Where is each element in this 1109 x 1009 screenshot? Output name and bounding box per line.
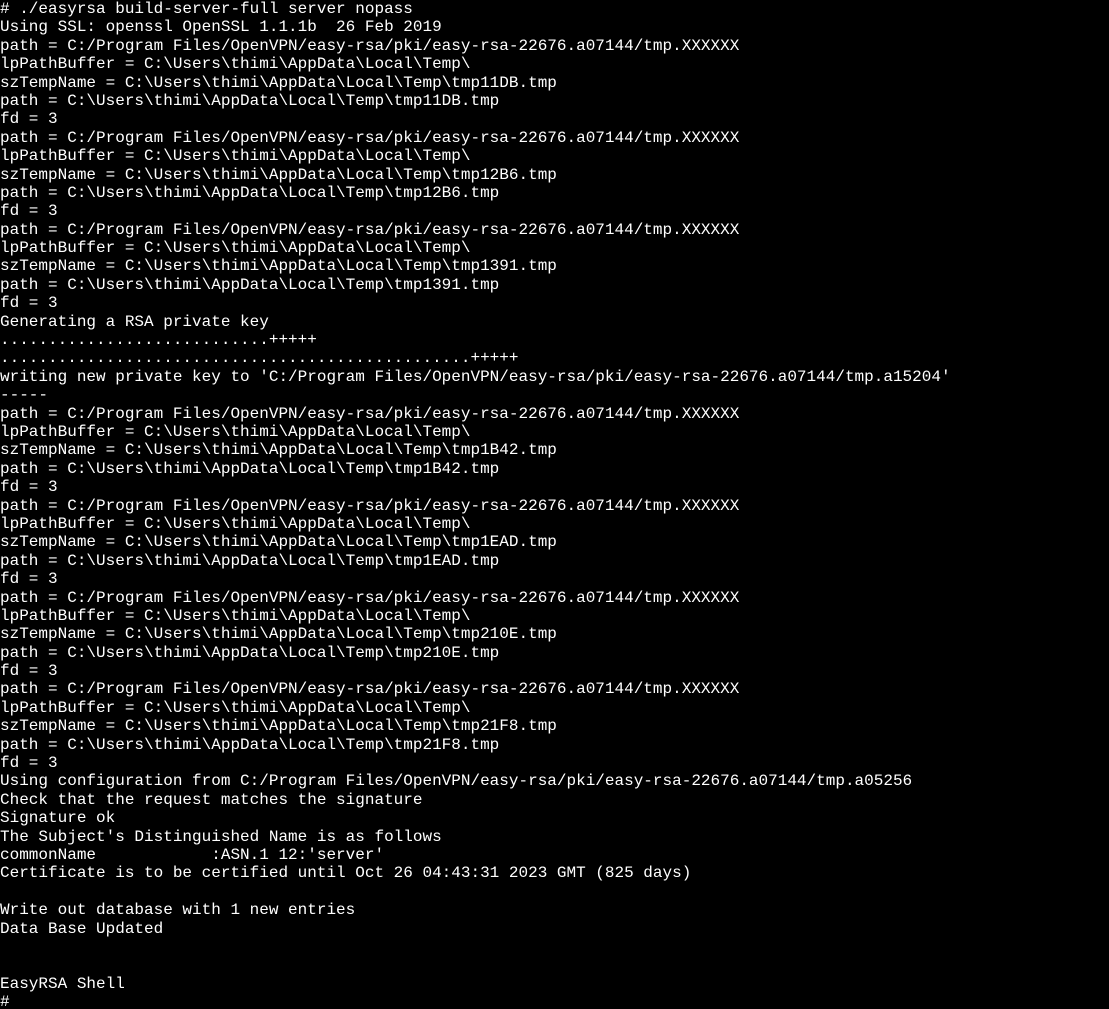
terminal-line: szTempName = C:\Users\thimi\AppData\Loca… xyxy=(0,717,1109,735)
terminal-line: path = C:/Program Files/OpenVPN/easy-rsa… xyxy=(0,129,1109,147)
terminal-line: fd = 3 xyxy=(0,110,1109,128)
terminal-line: lpPathBuffer = C:\Users\thimi\AppData\Lo… xyxy=(0,147,1109,165)
terminal-line: path = C:\Users\thimi\AppData\Local\Temp… xyxy=(0,552,1109,570)
terminal-line xyxy=(0,883,1109,901)
terminal-line: path = C:/Program Files/OpenVPN/easy-rsa… xyxy=(0,405,1109,423)
terminal-line: The Subject's Distinguished Name is as f… xyxy=(0,828,1109,846)
terminal-line: lpPathBuffer = C:\Users\thimi\AppData\Lo… xyxy=(0,699,1109,717)
terminal-line: path = C:/Program Files/OpenVPN/easy-rsa… xyxy=(0,680,1109,698)
terminal-line: path = C:\Users\thimi\AppData\Local\Temp… xyxy=(0,644,1109,662)
terminal-line: Using SSL: openssl OpenSSL 1.1.1b 26 Feb… xyxy=(0,18,1109,36)
terminal-line: commonName :ASN.1 12:'server' xyxy=(0,846,1109,864)
terminal-line xyxy=(0,938,1109,956)
terminal-line: path = C:\Users\thimi\AppData\Local\Temp… xyxy=(0,184,1109,202)
terminal-line: szTempName = C:\Users\thimi\AppData\Loca… xyxy=(0,257,1109,275)
terminal-line: Data Base Updated xyxy=(0,920,1109,938)
terminal-line: fd = 3 xyxy=(0,570,1109,588)
terminal-line: ............................+++++ xyxy=(0,331,1109,349)
terminal-line: path = C:/Program Files/OpenVPN/easy-rsa… xyxy=(0,221,1109,239)
terminal-line: fd = 3 xyxy=(0,202,1109,220)
terminal-line: path = C:/Program Files/OpenVPN/easy-rsa… xyxy=(0,497,1109,515)
terminal-line: fd = 3 xyxy=(0,662,1109,680)
terminal-line: ........................................… xyxy=(0,349,1109,367)
terminal-line: fd = 3 xyxy=(0,754,1109,772)
terminal-line: szTempName = C:\Users\thimi\AppData\Loca… xyxy=(0,441,1109,459)
terminal-line: szTempName = C:\Users\thimi\AppData\Loca… xyxy=(0,166,1109,184)
terminal-line: Using configuration from C:/Program File… xyxy=(0,772,1109,790)
terminal-line: lpPathBuffer = C:\Users\thimi\AppData\Lo… xyxy=(0,239,1109,257)
terminal-line: szTempName = C:\Users\thimi\AppData\Loca… xyxy=(0,533,1109,551)
terminal-line: Check that the request matches the signa… xyxy=(0,791,1109,809)
terminal-line: path = C:\Users\thimi\AppData\Local\Temp… xyxy=(0,276,1109,294)
terminal-line: path = C:\Users\thimi\AppData\Local\Temp… xyxy=(0,736,1109,754)
terminal-line: Certificate is to be certified until Oct… xyxy=(0,864,1109,882)
terminal-line: fd = 3 xyxy=(0,294,1109,312)
terminal-line: lpPathBuffer = C:\Users\thimi\AppData\Lo… xyxy=(0,423,1109,441)
terminal-line: szTempName = C:\Users\thimi\AppData\Loca… xyxy=(0,74,1109,92)
terminal-line: szTempName = C:\Users\thimi\AppData\Loca… xyxy=(0,625,1109,643)
terminal-line: # xyxy=(0,993,1109,1009)
terminal-line: lpPathBuffer = C:\Users\thimi\AppData\Lo… xyxy=(0,515,1109,533)
terminal-line: ----- xyxy=(0,386,1109,404)
terminal-line: lpPathBuffer = C:\Users\thimi\AppData\Lo… xyxy=(0,607,1109,625)
terminal-line: path = C:/Program Files/OpenVPN/easy-rsa… xyxy=(0,589,1109,607)
terminal-line: Write out database with 1 new entries xyxy=(0,901,1109,919)
terminal-line: path = C:\Users\thimi\AppData\Local\Temp… xyxy=(0,460,1109,478)
terminal-output[interactable]: # ./easyrsa build-server-full server nop… xyxy=(0,0,1109,1009)
terminal-line xyxy=(0,956,1109,974)
terminal-line: EasyRSA Shell xyxy=(0,975,1109,993)
terminal-line: Signature ok xyxy=(0,809,1109,827)
terminal-line: writing new private key to 'C:/Program F… xyxy=(0,368,1109,386)
terminal-line: fd = 3 xyxy=(0,478,1109,496)
terminal-line: # ./easyrsa build-server-full server nop… xyxy=(0,0,1109,18)
terminal-line: path = C:\Users\thimi\AppData\Local\Temp… xyxy=(0,92,1109,110)
terminal-line: path = C:/Program Files/OpenVPN/easy-rsa… xyxy=(0,37,1109,55)
terminal-line: lpPathBuffer = C:\Users\thimi\AppData\Lo… xyxy=(0,55,1109,73)
terminal-line: Generating a RSA private key xyxy=(0,313,1109,331)
